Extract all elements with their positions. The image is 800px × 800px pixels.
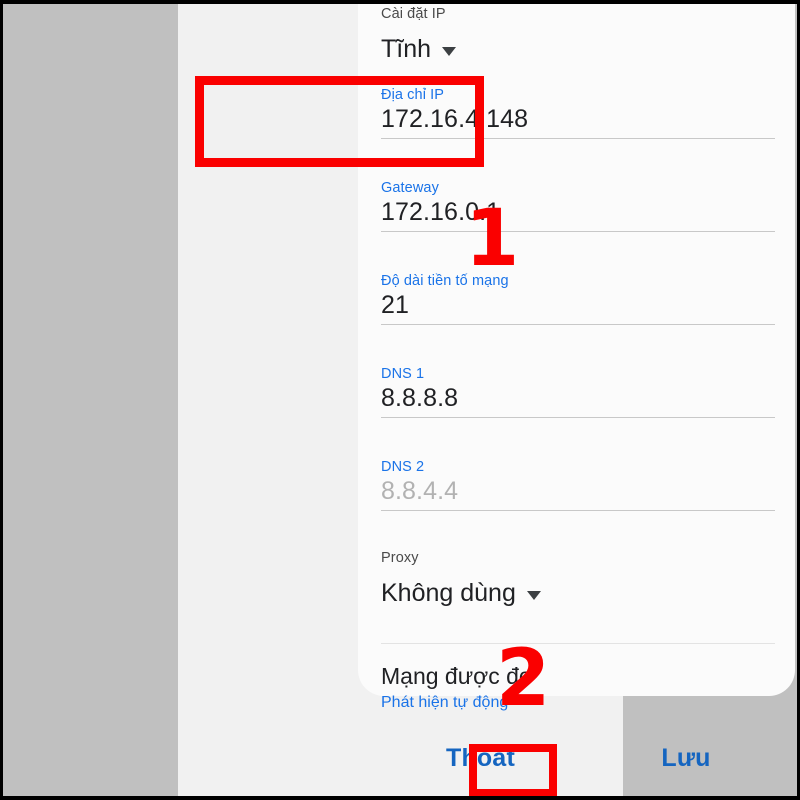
metered-network-subtitle[interactable]: Phát hiện tự động: [381, 692, 508, 713]
ip-settings-selected-value: Tĩnh: [381, 35, 432, 63]
field-underline: [381, 231, 775, 232]
field-value-dns1: 8.8.8.8: [381, 384, 459, 412]
field-label-network-prefix-length: Độ dài tiền tố mạng: [381, 273, 509, 289]
ip-settings-dialog: Cài đặt IP Tĩnh Địa chỉ IP 172.16.4.148 …: [358, 4, 795, 711]
chevron-down-icon: [526, 590, 541, 600]
field-value-ip-address: 172.16.4.148: [381, 105, 529, 133]
chevron-down-icon: [442, 46, 457, 56]
field-underline: [381, 417, 775, 418]
save-button[interactable]: Lưu: [631, 720, 741, 796]
field-value-dns2: 8.8.4.4: [381, 477, 459, 505]
field-label-ip-address: Địa chỉ IP: [381, 87, 445, 103]
field-underline: [381, 138, 775, 139]
ip-settings-dropdown[interactable]: Tĩnh: [381, 33, 457, 65]
field-label-dns2: DNS 2: [381, 459, 425, 475]
metered-network-title: Mạng được đo: [381, 663, 532, 689]
section-divider: [381, 643, 775, 644]
dialog-action-bar: Thoát Lưu: [353, 720, 797, 796]
field-value-gateway: 172.16.0.1: [381, 198, 501, 226]
field-label-gateway: Gateway: [381, 180, 439, 196]
screenshot-root: Cài đặt IP Tĩnh Địa chỉ IP 172.16.4.148 …: [0, 0, 800, 800]
field-value-network-prefix-length: 21: [381, 291, 410, 319]
phone-screen: Cài đặt IP Tĩnh Địa chỉ IP 172.16.4.148 …: [178, 4, 795, 796]
ip-settings-label: Cài đặt IP: [381, 6, 446, 22]
proxy-selected-value: Không dùng: [381, 579, 516, 607]
field-underline: [381, 510, 775, 511]
field-underline: [381, 324, 775, 325]
dialog-content: Cài đặt IP Tĩnh Địa chỉ IP 172.16.4.148 …: [358, 4, 795, 711]
exit-button[interactable]: Thoát: [408, 720, 553, 796]
field-label-dns1: DNS 1: [381, 366, 425, 382]
proxy-dropdown[interactable]: Không dùng: [381, 577, 541, 609]
proxy-label: Proxy: [381, 550, 419, 566]
